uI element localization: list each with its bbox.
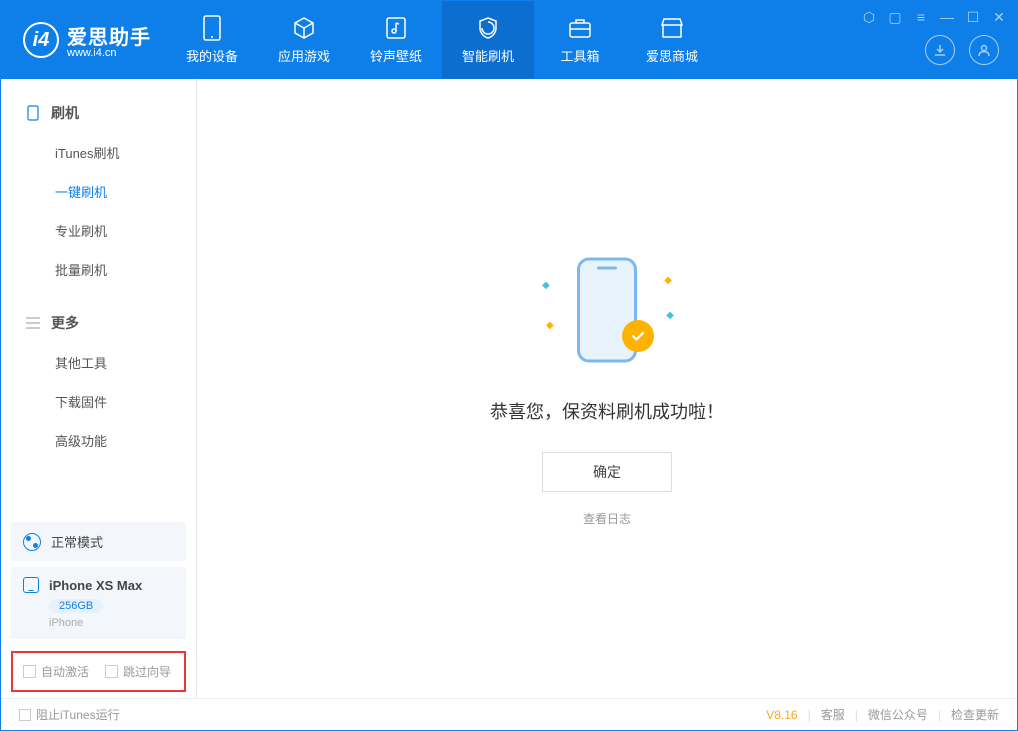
nav-tabs: 我的设备 应用游戏 铃声壁纸 智能刷机 工具箱 爱思商城 [166,1,718,79]
sidebar: 刷机 iTunes刷机 一键刷机 专业刷机 批量刷机 更多 其他工具 下载固件 … [1,79,197,698]
shield-icon [475,15,501,41]
minimize-button[interactable]: — [939,9,955,26]
device-name: iPhone XS Max [49,578,142,593]
user-button[interactable] [969,35,999,65]
download-button[interactable] [925,35,955,65]
sidebar-item-itunes-flash[interactable]: iTunes刷机 [1,133,196,172]
app-header: i4 爱思助手 www.i4.cn 我的设备 应用游戏 铃声壁纸 智能刷机 工具… [1,1,1017,79]
checkbox-block-itunes[interactable]: 阻止iTunes运行 [19,706,120,723]
view-log-link[interactable]: 查看日志 [583,510,631,527]
footer: 阻止iTunes运行 V8.16 | 客服 | 微信公众号 | 检查更新 [1,698,1017,730]
music-icon [383,15,409,41]
window-controls: ⬡ ▢ ≡ — ☐ ✕ [861,9,1007,26]
sidebar-item-batch-flash[interactable]: 批量刷机 [1,250,196,289]
sidebar-item-download-firmware[interactable]: 下载固件 [1,382,196,421]
sidebar-item-advanced[interactable]: 高级功能 [1,421,196,460]
logo: i4 爱思助手 www.i4.cn [1,21,166,59]
menu-icon[interactable]: ≡ [913,9,929,26]
mode-indicator[interactable]: 正常模式 [11,522,186,561]
success-message: 恭喜您，保资料刷机成功啦！ [490,398,724,424]
nav-tab-device[interactable]: 我的设备 [166,1,258,79]
header-actions [925,35,999,65]
wechat-link[interactable]: 微信公众号 [868,706,928,723]
logo-icon: i4 [23,22,59,58]
close-button[interactable]: ✕ [991,9,1007,26]
nav-tab-toolbox[interactable]: 工具箱 [534,1,626,79]
check-icon [622,320,654,352]
checkbox-auto-activate[interactable]: 自动激活 [23,663,89,680]
nav-tab-flash[interactable]: 智能刷机 [442,1,534,79]
sidebar-item-pro-flash[interactable]: 专业刷机 [1,211,196,250]
mode-icon [23,533,41,551]
list-icon [25,315,41,331]
sidebar-group-more: 更多 [1,307,196,343]
main-content: ◆◆◆◆ 恭喜您，保资料刷机成功啦！ 确定 查看日志 [197,79,1017,698]
device-icon [23,577,39,593]
nav-tab-store[interactable]: 爱思商城 [626,1,718,79]
maximize-button[interactable]: ☐ [965,9,981,26]
box-icon[interactable]: ▢ [887,9,903,26]
success-illustration: ◆◆◆◆ [532,250,682,370]
nav-tab-apps[interactable]: 应用游戏 [258,1,350,79]
shirt-icon[interactable]: ⬡ [861,9,877,26]
nav-tab-ringtones[interactable]: 铃声壁纸 [350,1,442,79]
sidebar-group-flash: 刷机 [1,97,196,133]
app-name: 爱思助手 [67,21,151,50]
checkbox-skip-guide[interactable]: 跳过向导 [105,663,171,680]
support-link[interactable]: 客服 [821,706,845,723]
flash-options-highlighted: 自动激活 跳过向导 [11,651,186,692]
toolbox-icon [567,15,593,41]
cube-icon [291,15,317,41]
store-icon [659,15,685,41]
sidebar-item-oneclick-flash[interactable]: 一键刷机 [1,172,196,211]
sidebar-item-other-tools[interactable]: 其他工具 [1,343,196,382]
device-icon [199,15,225,41]
check-update-link[interactable]: 检查更新 [951,706,999,723]
device-type: iPhone [49,617,174,629]
version-label: V8.16 [766,708,797,722]
ok-button[interactable]: 确定 [542,452,672,492]
phone-icon [25,105,41,121]
device-card[interactable]: iPhone XS Max 256GB iPhone [11,567,186,639]
storage-badge: 256GB [49,599,103,613]
